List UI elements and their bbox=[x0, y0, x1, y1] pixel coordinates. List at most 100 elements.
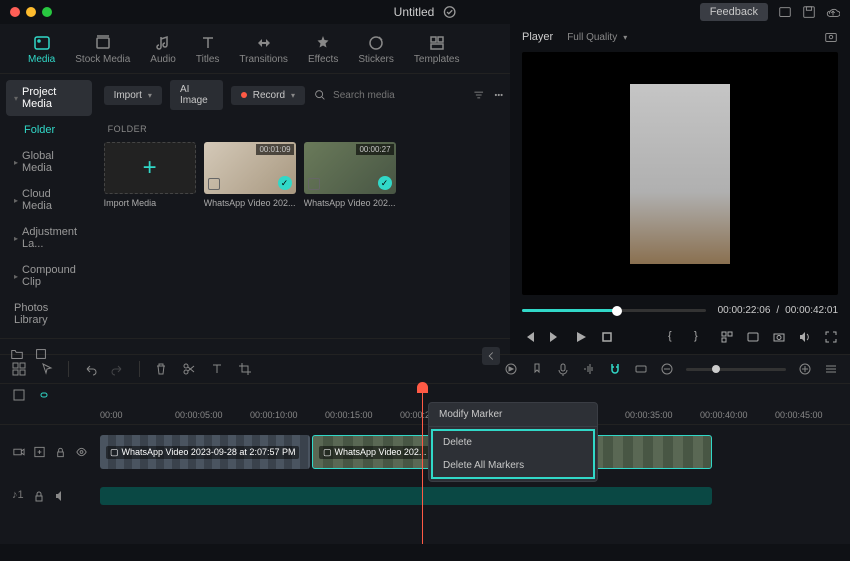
context-menu: Modify Marker Delete Delete All Markers bbox=[428, 402, 598, 482]
thumb-range-icon bbox=[208, 178, 220, 190]
sidebar-folder[interactable]: Folder bbox=[6, 118, 92, 142]
mark-out-icon[interactable]: } bbox=[694, 330, 708, 344]
progress-bar[interactable] bbox=[522, 309, 706, 312]
redo-icon[interactable] bbox=[111, 362, 125, 376]
video-track-icon[interactable] bbox=[12, 445, 25, 459]
pointer-icon[interactable] bbox=[40, 362, 54, 376]
folder-heading: FOLDER bbox=[108, 124, 504, 134]
new-bin-icon[interactable] bbox=[34, 347, 48, 361]
audio-clip[interactable] bbox=[100, 487, 712, 505]
check-icon: ✓ bbox=[378, 176, 392, 190]
tab-transitions[interactable]: Transitions bbox=[229, 30, 298, 73]
plus-icon: + bbox=[143, 154, 157, 182]
clip-icon: ▢ bbox=[323, 447, 332, 458]
audio-track-icon[interactable] bbox=[582, 362, 596, 376]
minimize-window[interactable] bbox=[26, 7, 36, 17]
sidebar-adjustment-layer[interactable]: ▸Adjustment La... bbox=[6, 220, 92, 256]
tab-titles[interactable]: Titles bbox=[186, 30, 230, 73]
camera-icon[interactable] bbox=[772, 330, 786, 344]
sidebar-cloud-media[interactable]: ▸Cloud Media bbox=[6, 182, 92, 218]
import-media-tile[interactable]: + Import Media bbox=[104, 142, 196, 208]
volume-icon[interactable] bbox=[798, 330, 812, 344]
track-select-icon[interactable] bbox=[12, 388, 26, 402]
check-icon: ✓ bbox=[278, 176, 292, 190]
tab-effects[interactable]: Effects bbox=[298, 30, 348, 73]
more-icon[interactable] bbox=[493, 88, 504, 102]
link-icon[interactable] bbox=[634, 362, 648, 376]
zoom-slider[interactable] bbox=[686, 368, 786, 371]
layout-icon[interactable] bbox=[778, 5, 792, 19]
quality-select[interactable]: Full Quality▾ bbox=[567, 32, 627, 43]
tab-stickers[interactable]: Stickers bbox=[348, 30, 404, 73]
new-folder-icon[interactable] bbox=[10, 347, 24, 361]
track-link-icon[interactable] bbox=[36, 388, 50, 402]
filter-icon[interactable] bbox=[473, 88, 484, 102]
zoom-out-icon[interactable] bbox=[660, 362, 674, 376]
search-input[interactable] bbox=[333, 90, 465, 101]
render-icon[interactable] bbox=[504, 362, 518, 376]
mic-icon[interactable] bbox=[556, 362, 570, 376]
ctx-delete-all-markers[interactable]: Delete All Markers bbox=[433, 454, 593, 477]
fullscreen-icon[interactable] bbox=[824, 330, 838, 344]
ctx-modify-marker[interactable]: Modify Marker bbox=[429, 403, 597, 426]
prev-frame-icon[interactable] bbox=[522, 330, 536, 344]
maximize-window[interactable] bbox=[42, 7, 52, 17]
feedback-button[interactable]: Feedback bbox=[700, 3, 768, 21]
zoom-handle[interactable] bbox=[712, 365, 720, 373]
playhead[interactable] bbox=[422, 384, 423, 544]
media-thumb[interactable]: 00:00:27✓ WhatsApp Video 202... bbox=[304, 142, 396, 208]
window-controls[interactable] bbox=[10, 7, 52, 17]
split-icon[interactable] bbox=[182, 362, 196, 376]
video-clip[interactable]: ▢WhatsApp Video 2023-09-28 at 2:07:57 PM bbox=[100, 435, 310, 469]
document-title: Untitled bbox=[394, 5, 435, 19]
track-lock-icon[interactable] bbox=[54, 445, 67, 459]
crop-icon[interactable] bbox=[238, 362, 252, 376]
preview-viewport[interactable] bbox=[522, 52, 838, 295]
zoom-in-icon[interactable] bbox=[798, 362, 812, 376]
track-mute-icon[interactable] bbox=[54, 489, 68, 503]
snapshot-icon[interactable] bbox=[824, 30, 838, 44]
export-icon[interactable] bbox=[826, 5, 840, 19]
track-view-icon[interactable] bbox=[824, 362, 838, 376]
sidebar-project-media[interactable]: ▾Project Media bbox=[6, 80, 92, 116]
magnet-icon[interactable] bbox=[608, 362, 622, 376]
search-box[interactable] bbox=[313, 88, 465, 102]
delete-icon[interactable] bbox=[154, 362, 168, 376]
track-add-icon[interactable] bbox=[33, 445, 46, 459]
text-icon[interactable] bbox=[210, 362, 224, 376]
tab-media[interactable]: Media bbox=[18, 30, 65, 73]
save-icon[interactable] bbox=[802, 5, 816, 19]
import-button[interactable]: Import▾ bbox=[104, 86, 162, 105]
play-icon[interactable] bbox=[574, 330, 588, 344]
audio-track-label: ♪1 bbox=[12, 489, 24, 503]
layout-grid-icon[interactable] bbox=[12, 362, 26, 376]
track-lock-icon[interactable] bbox=[32, 489, 46, 503]
thumb-range-icon bbox=[308, 178, 320, 190]
player-label: Player bbox=[522, 31, 553, 43]
ctx-delete[interactable]: Delete bbox=[433, 431, 593, 454]
record-button[interactable]: Record▾ bbox=[231, 86, 305, 105]
tab-templates[interactable]: Templates bbox=[404, 30, 470, 73]
current-time: 00:00:22:06 bbox=[718, 305, 771, 316]
timeline-ruler[interactable]: 00:00 00:00:05:00 00:00:10:00 00:00:15:0… bbox=[0, 406, 850, 425]
marker-icon[interactable] bbox=[530, 362, 544, 376]
collapse-panel-icon[interactable] bbox=[482, 347, 500, 365]
tab-audio[interactable]: Audio bbox=[140, 30, 186, 73]
ai-image-button[interactable]: AI Image bbox=[170, 80, 223, 110]
sync-status-icon bbox=[442, 5, 456, 19]
sidebar-compound-clip[interactable]: ▸Compound Clip bbox=[6, 258, 92, 294]
sidebar-photos-library[interactable]: Photos Library bbox=[6, 296, 92, 332]
track-visible-icon[interactable] bbox=[75, 445, 88, 459]
close-window[interactable] bbox=[10, 7, 20, 17]
undo-icon[interactable] bbox=[83, 362, 97, 376]
next-frame-icon[interactable] bbox=[548, 330, 562, 344]
stop-icon[interactable] bbox=[600, 330, 614, 344]
cast-icon[interactable] bbox=[746, 330, 760, 344]
mark-in-icon[interactable]: { bbox=[668, 330, 682, 344]
sidebar-global-media[interactable]: ▸Global Media bbox=[6, 144, 92, 180]
tab-stock-media[interactable]: Stock Media bbox=[65, 30, 140, 73]
media-tabs: Media Stock Media Audio Titles Transitio… bbox=[0, 24, 510, 74]
progress-handle[interactable] bbox=[612, 306, 622, 316]
media-thumb[interactable]: 00:01:09✓ WhatsApp Video 202... bbox=[204, 142, 296, 208]
settings-icon[interactable] bbox=[720, 330, 734, 344]
